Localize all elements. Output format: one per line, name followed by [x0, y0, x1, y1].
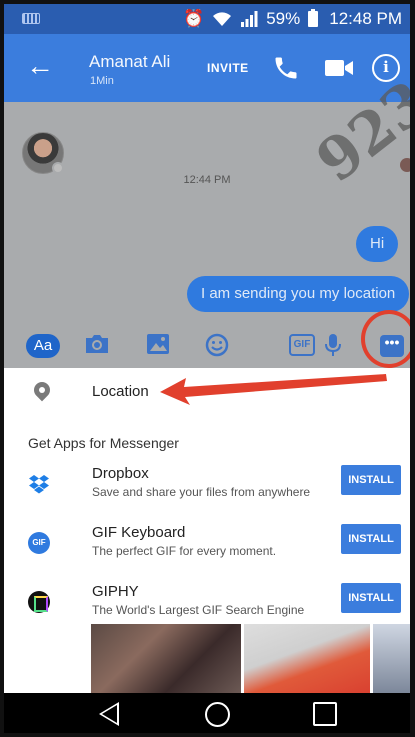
app-name: GIF Keyboard: [92, 524, 186, 541]
alarm-icon: ⏰: [183, 9, 205, 28]
video-camera-icon[interactable]: [324, 57, 354, 79]
composer-toolbar: Aa GIF •••: [4, 318, 410, 368]
message-bubble[interactable]: Hi: [356, 226, 399, 262]
invite-button[interactable]: INVITE: [207, 61, 249, 75]
gif-preview-strip: [4, 624, 410, 694]
keyboard-notification-icon: [22, 13, 40, 24]
presence-dot: [52, 162, 64, 174]
wifi-icon: [212, 11, 232, 27]
nav-back-icon[interactable]: [99, 702, 119, 726]
contact-avatar[interactable]: [22, 132, 64, 174]
microphone-icon[interactable]: [325, 333, 341, 356]
app-description: The World's Largest GIF Search Engine: [92, 603, 305, 617]
gif-thumbnail[interactable]: [244, 624, 370, 694]
install-button[interactable]: INSTALL: [341, 465, 401, 495]
emoji-icon[interactable]: [205, 333, 229, 357]
location-option[interactable]: Location: [4, 368, 410, 416]
app-description: The perfect GIF for every moment.: [92, 544, 277, 558]
giphy-icon: [28, 591, 50, 613]
back-arrow-icon[interactable]: ←: [26, 52, 54, 80]
battery-percent: 59%: [266, 9, 301, 28]
gif-thumbnail[interactable]: [91, 624, 241, 694]
phone-icon[interactable]: [272, 54, 300, 82]
message-thread: 12:44 PM 923 Hi I am sending you my loca…: [4, 67, 410, 318]
install-button[interactable]: INSTALL: [341, 524, 401, 554]
camera-icon[interactable]: [84, 333, 110, 355]
app-name: GIPHY: [92, 583, 139, 600]
app-row-dropbox: Dropbox Save and share your files from a…: [4, 465, 410, 521]
apps-section-header: Get Apps for Messenger: [28, 435, 179, 451]
app-name: Dropbox: [92, 465, 149, 482]
conversation-header: ← Amanat Ali 1Min INVITE i: [4, 34, 410, 102]
battery-icon: [308, 9, 319, 27]
location-pin-icon: [30, 378, 54, 402]
contact-name[interactable]: Amanat Ali: [89, 52, 170, 72]
install-button[interactable]: INSTALL: [341, 583, 401, 613]
location-label: Location: [92, 383, 149, 400]
app-description: Save and share your files from anywhere: [92, 485, 311, 499]
gif-button[interactable]: GIF: [289, 334, 315, 356]
status-bar: ⏰ 59% 12:48 PM: [4, 4, 410, 34]
dropbox-icon: [28, 473, 50, 495]
signal-icon: [240, 11, 258, 27]
gif-keyboard-icon: GIF: [28, 532, 50, 554]
gif-thumbnail[interactable]: [373, 624, 410, 694]
app-row-gif-keyboard: GIF GIF Keyboard The perfect GIF for eve…: [4, 524, 410, 580]
system-nav-bar: [4, 693, 410, 733]
contact-status: 1Min: [90, 75, 114, 87]
gallery-icon[interactable]: [146, 333, 170, 355]
message-bubble[interactable]: I am sending you my location: [187, 276, 410, 312]
phone-screen: ⏰ 59% 12:48 PM ← Amanat Ali 1Min INVITE …: [0, 0, 415, 737]
annotation-arrow: [160, 374, 387, 405]
clock: 12:48 PM: [329, 9, 402, 28]
annotation-circle: [361, 310, 410, 368]
text-mode-button[interactable]: Aa: [26, 334, 60, 358]
nav-home-icon[interactable]: [205, 702, 230, 727]
read-receipt-avatar: [400, 158, 410, 172]
more-options-panel: Location Get Apps for Messenger Dropbox …: [4, 368, 410, 694]
nav-recent-apps-icon[interactable]: [313, 702, 337, 726]
